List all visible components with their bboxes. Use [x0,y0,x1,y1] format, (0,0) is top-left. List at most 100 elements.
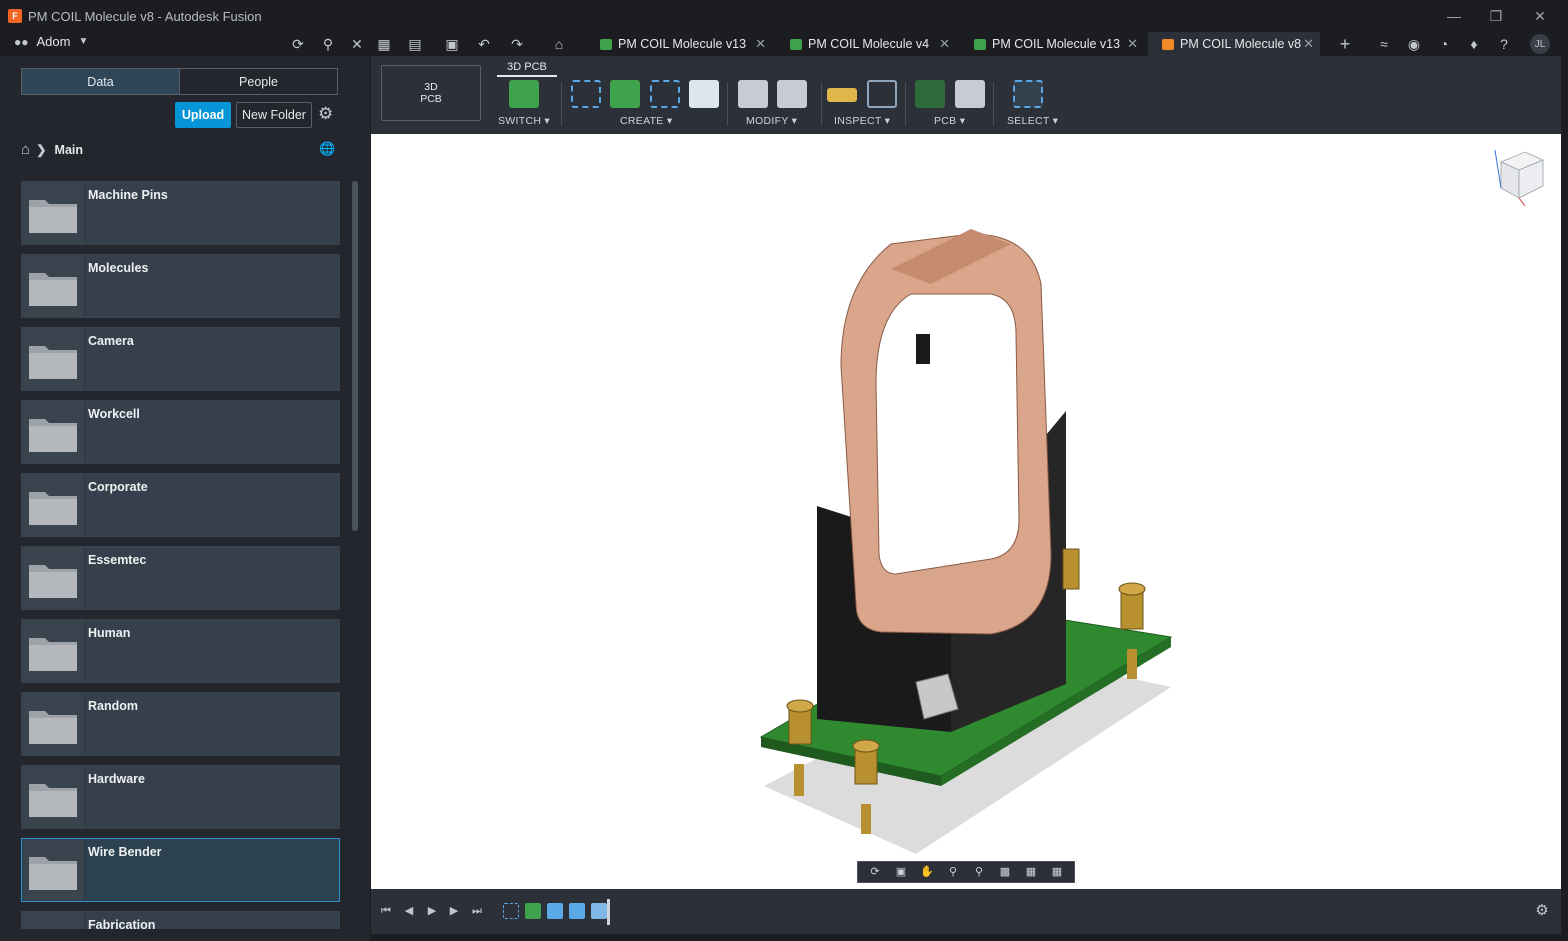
section-analysis-icon[interactable] [867,80,897,108]
close-tab-icon[interactable]: ✕ [939,36,950,52]
3d-viewport[interactable]: ⟳ ▣ ✋ ⚲ ⚲ ▩ ▦ ▦ [371,134,1561,889]
folder-item[interactable]: Hardware [21,765,340,829]
restore-button[interactable]: ❐ [1474,0,1518,32]
globe-icon[interactable]: 🌐 [319,141,335,157]
group-modify-label[interactable]: MODIFY ▾ [746,115,797,127]
move-component-icon[interactable] [777,80,807,108]
gear-icon[interactable]: ⚙ [318,105,336,123]
home-icon[interactable]: ⌂ [21,141,30,158]
grid-settings-icon[interactable]: ▦ [1022,865,1040,879]
notifications-icon[interactable]: ♦ [1464,34,1484,54]
search-icon[interactable]: ⚲ [318,34,338,54]
timeline-sketch-feature-icon[interactable] [503,903,519,919]
tab-data[interactable]: Data [22,69,180,94]
go-to-start-icon[interactable]: ⏮ [379,904,393,918]
chevron-down-icon: ▼ [78,36,89,47]
measure-icon[interactable] [827,88,857,102]
folder-name: Camera [88,334,134,348]
display-settings-icon[interactable]: ▩ [996,865,1014,879]
folder-item[interactable]: Machine Pins [21,181,340,245]
extensions-icon[interactable]: ≈ [1374,34,1394,54]
tab-3d-pcb[interactable]: 3D PCB [497,59,557,77]
close-tab-icon[interactable]: ✕ [755,36,766,52]
redo-icon[interactable]: ↷ [507,34,527,54]
online-status-icon[interactable]: ◉ [1404,34,1424,54]
home-icon[interactable]: ⌂ [549,34,569,54]
create-component-icon[interactable] [610,80,640,108]
play-icon[interactable]: ▶ [425,904,439,918]
folder-item[interactable]: Wire Bender [21,838,340,902]
grid-menu-icon[interactable]: ▦ [374,34,394,54]
timeline-component-feature-icon[interactable] [525,903,541,919]
tab-people[interactable]: People [180,69,337,94]
refresh-icon[interactable]: ⟳ [288,34,308,54]
close-window-button[interactable]: ✕ [1518,0,1562,32]
close-tab-icon[interactable]: ✕ [1127,36,1138,52]
group-pcb-label[interactable]: PCB ▾ [934,115,965,127]
upload-button[interactable]: Upload [175,102,231,128]
window-select-icon[interactable] [1013,80,1043,108]
orbit-icon[interactable]: ⟳ [866,865,884,879]
copper-coil-window [875,293,1020,575]
close-panel-icon[interactable]: ✕ [347,34,367,54]
file-menu-icon[interactable]: ▤ [405,34,425,54]
zoom-icon[interactable]: ⚲ [944,865,962,879]
pcb-link-icon[interactable] [915,80,945,108]
go-to-end-icon[interactable]: ⏭ [470,904,484,918]
timeline-body-feature-icon[interactable] [547,903,563,919]
navigation-bar: ⟳ ▣ ✋ ⚲ ⚲ ▩ ▦ ▦ [857,861,1075,883]
folder-item[interactable]: Fabrication [21,911,340,929]
viewports-icon[interactable]: ▦ [1048,865,1066,879]
folder-item[interactable]: Essemtec [21,546,340,610]
document-tab-2[interactable]: PM COIL Molecule v4 ✕ [782,32,956,56]
group-switch-label[interactable]: SWITCH ▾ [498,115,550,127]
document-tab-3[interactable]: PM COIL Molecule v13 ✕ [966,32,1144,56]
folder-item[interactable]: Workcell [21,400,340,464]
group-create-label[interactable]: CREATE ▾ [620,115,672,127]
save-icon[interactable]: ▣ [442,34,462,54]
job-status-icon[interactable]: ◔ [1434,34,1454,54]
timeline-insert-feature-icon[interactable] [591,903,607,919]
push-pull-icon[interactable] [738,80,768,108]
create-region-icon[interactable] [650,80,680,108]
folder-item[interactable]: Corporate [21,473,340,537]
team-switcher[interactable]: ●● Adom ▼ [14,34,88,49]
step-forward-icon[interactable]: ▶ [447,904,461,918]
new-tab-icon[interactable]: + [1335,34,1355,54]
folder-item[interactable]: Molecules [21,254,340,318]
folder-item[interactable]: Random [21,692,340,756]
pan-icon[interactable]: ✋ [918,865,936,879]
document-tab-1[interactable]: PM COIL Molecule v13 ✕ [592,32,772,56]
folder-item[interactable]: Camera [21,327,340,391]
breadcrumb-current[interactable]: Main [55,143,83,157]
folder-icon [23,548,85,608]
switch-to-board-icon[interactable] [509,80,539,108]
new-folder-button[interactable]: New Folder [236,102,312,128]
toolbar-separator [821,82,822,126]
zoom-window-icon[interactable]: ⚲ [970,865,988,879]
document-tab-4-active[interactable]: PM COIL Molecule v8 ✕ [1148,32,1320,56]
undo-icon[interactable]: ↶ [474,34,494,54]
help-icon[interactable]: ? [1494,34,1514,54]
look-at-icon[interactable]: ▣ [892,865,910,879]
viewcube-navigation[interactable] [1491,148,1547,208]
folder-icon [23,183,85,243]
group-select-label[interactable]: SELECT ▾ [1007,115,1058,127]
close-tab-icon[interactable]: ✕ [1303,36,1314,52]
toolbar-separator [905,82,906,126]
workspace-switcher[interactable]: 3D PCB [381,65,481,121]
create-body-icon[interactable] [689,80,719,108]
minimize-button[interactable]: — [1432,0,1476,32]
user-avatar[interactable]: JL [1530,34,1550,54]
tab-label: PM COIL Molecule v4 [808,37,930,51]
step-back-icon[interactable]: ◀ [402,904,416,918]
folder-list-scrollbar[interactable] [352,181,358,531]
pcb-coil-model[interactable] [371,134,1561,889]
sketch-outline-icon[interactable] [571,80,601,108]
folder-item[interactable]: Human [21,619,340,683]
timeline-body-feature-icon[interactable] [569,903,585,919]
timeline-settings-gear-icon[interactable]: ⚙ [1535,903,1549,918]
group-inspect-label[interactable]: INSPECT ▾ [834,115,890,127]
timeline-marker[interactable] [607,899,610,925]
pcb-settings-icon[interactable] [955,80,985,108]
